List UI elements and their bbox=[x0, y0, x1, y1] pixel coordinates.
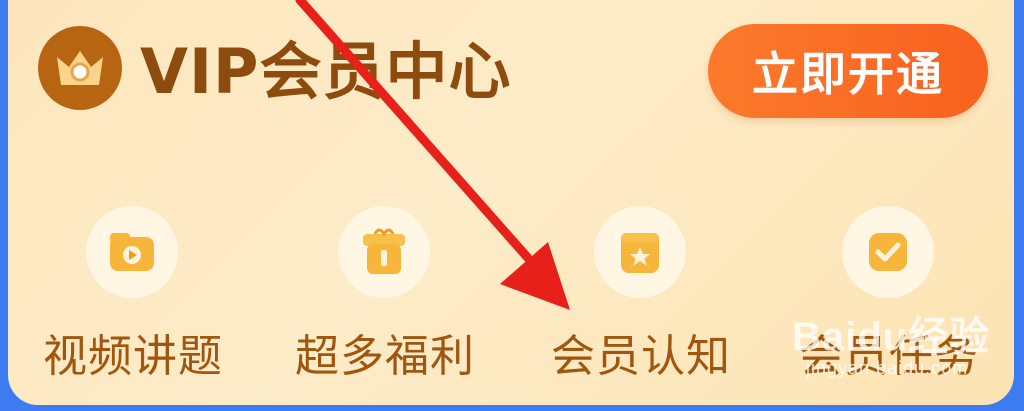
task-check-icon bbox=[842, 206, 934, 298]
feature-label: 超多福利 bbox=[295, 331, 475, 382]
feature-grid: 视频讲题 超多福利 会员认知 会员任务 bbox=[8, 200, 1014, 400]
feature-member-tasks[interactable]: 会员任务 bbox=[764, 200, 1014, 400]
vip-center-card: VIP会员中心 立即开通 视频讲题 超多福利 会员认知 会员任务 bbox=[8, 0, 1014, 405]
feature-benefits[interactable]: 超多福利 bbox=[260, 200, 510, 400]
feature-member-awareness[interactable]: 会员认知 bbox=[516, 200, 766, 400]
open-vip-button[interactable]: 立即开通 bbox=[708, 24, 988, 118]
feature-label: 会员任务 bbox=[799, 331, 979, 382]
gift-icon bbox=[338, 206, 430, 298]
crown-icon bbox=[38, 26, 122, 110]
video-play-icon bbox=[86, 206, 178, 298]
feature-video-lessons[interactable]: 视频讲题 bbox=[8, 200, 258, 400]
page-title: VIP会员中心 bbox=[140, 35, 512, 108]
member-star-icon bbox=[594, 206, 686, 298]
feature-label: 视频讲题 bbox=[43, 331, 223, 382]
feature-label: 会员认知 bbox=[551, 331, 731, 382]
